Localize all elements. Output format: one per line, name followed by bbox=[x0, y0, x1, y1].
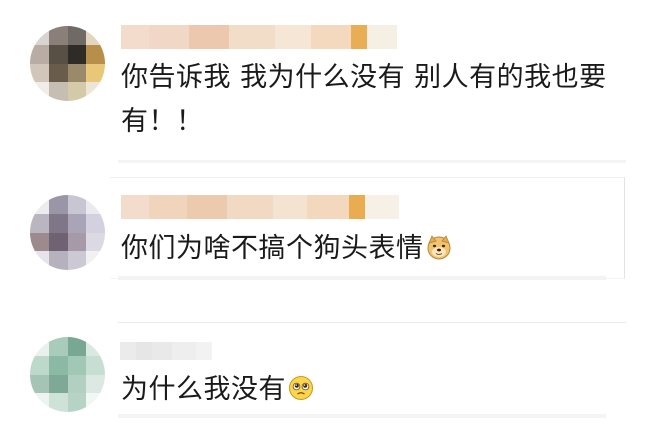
username-mosaic[interactable] bbox=[121, 25, 397, 49]
avatar-pixel bbox=[48, 374, 68, 394]
avatar-pixel bbox=[48, 195, 68, 214]
avatar-pixel bbox=[30, 44, 49, 64]
username-pixel bbox=[311, 25, 351, 49]
avatar-mosaic[interactable] bbox=[30, 195, 105, 270]
avatar-pixel bbox=[86, 213, 105, 233]
comment-text-line-1: 你告诉我 我为什么没有 别人有的我也要 bbox=[121, 62, 607, 93]
avatar-mosaic[interactable] bbox=[30, 26, 105, 101]
avatar-pixel bbox=[67, 393, 87, 412]
avatar-pixel bbox=[30, 82, 49, 101]
avatar-pixel bbox=[67, 355, 87, 375]
username-pixel bbox=[227, 195, 273, 219]
avatar-pixel bbox=[86, 63, 105, 83]
avatar-pixel bbox=[30, 63, 49, 83]
comment-text-content: 为什么我没有 bbox=[121, 374, 286, 405]
avatar-pixel bbox=[48, 337, 68, 356]
avatar-pixel bbox=[86, 393, 105, 412]
avatar-pixel bbox=[30, 374, 49, 394]
avatar-pixel bbox=[67, 63, 87, 83]
username-mosaic[interactable] bbox=[121, 195, 399, 219]
username-pixel bbox=[307, 195, 349, 219]
avatar-pixel bbox=[67, 82, 87, 101]
username-pixel bbox=[349, 195, 365, 219]
username-pixel bbox=[275, 25, 311, 49]
username-pixel bbox=[365, 195, 399, 219]
avatar-pixel bbox=[30, 393, 49, 412]
username-pixel bbox=[367, 25, 397, 49]
username-pixel bbox=[351, 25, 367, 49]
avatar-pixel bbox=[30, 195, 49, 214]
avatar-pixel bbox=[48, 63, 68, 83]
avatar-pixel bbox=[48, 44, 68, 64]
comment-item-2: 你们为啥不搞个狗头表情 bbox=[0, 165, 658, 293]
avatar-pixel bbox=[86, 82, 105, 101]
username-pixel bbox=[187, 195, 227, 219]
avatar-pixel bbox=[67, 251, 87, 270]
avatar-pixel bbox=[86, 251, 105, 270]
avatar-pixel bbox=[30, 26, 49, 45]
avatar-pixel bbox=[86, 44, 105, 64]
avatar-pixel bbox=[30, 355, 49, 375]
comment-divider bbox=[118, 276, 606, 280]
username-pixel bbox=[136, 342, 152, 360]
avatar-pixel bbox=[67, 337, 87, 356]
pleading-face-icon bbox=[288, 371, 314, 400]
comment-divider bbox=[118, 414, 606, 418]
avatar-pixel bbox=[48, 355, 68, 375]
avatar-pixel bbox=[67, 374, 87, 394]
comment-divider bbox=[118, 160, 626, 163]
username-pixel bbox=[273, 195, 307, 219]
avatar-pixel bbox=[48, 26, 68, 45]
avatar-pixel bbox=[86, 337, 105, 356]
avatar-pixel bbox=[67, 195, 87, 214]
avatar-pixel bbox=[48, 213, 68, 233]
username-pixel bbox=[152, 342, 172, 360]
username-pixel bbox=[149, 195, 187, 219]
avatar-pixel bbox=[67, 44, 87, 64]
avatar-pixel bbox=[30, 232, 49, 252]
username-pixel bbox=[189, 25, 229, 49]
doge-face-icon bbox=[426, 230, 452, 260]
comment-text-content: 你们为啥不搞个狗头表情 bbox=[121, 233, 424, 264]
avatar-pixel bbox=[67, 213, 87, 233]
section-divider bbox=[118, 322, 626, 323]
comment-item-3: 为什么我没有 bbox=[0, 310, 658, 424]
avatar-pixel bbox=[48, 251, 68, 270]
username-pixel bbox=[120, 342, 136, 360]
avatar-pixel bbox=[67, 232, 87, 252]
avatar-pixel bbox=[30, 337, 49, 356]
avatar-pixel bbox=[86, 374, 105, 394]
avatar-pixel bbox=[48, 232, 68, 252]
username-mosaic[interactable] bbox=[120, 342, 212, 360]
username-pixel bbox=[196, 342, 212, 360]
comment-item-1: 你告诉我 我为什么没有 别人有的我也要 有！！ bbox=[0, 0, 658, 165]
avatar-pixel bbox=[86, 355, 105, 375]
username-pixel bbox=[172, 342, 196, 360]
comment-text-line-2: 有！！ bbox=[121, 106, 204, 137]
comment-text: 你们为啥不搞个狗头表情 bbox=[121, 227, 452, 271]
avatar-pixel bbox=[86, 26, 105, 45]
avatar-pixel bbox=[67, 26, 87, 45]
avatar-pixel bbox=[30, 251, 49, 270]
username-pixel bbox=[121, 195, 149, 219]
avatar-pixel bbox=[30, 213, 49, 233]
comment-text: 为什么我没有 bbox=[121, 368, 314, 412]
avatar-pixel bbox=[86, 232, 105, 252]
avatar-pixel bbox=[48, 393, 68, 412]
avatar-mosaic[interactable] bbox=[30, 337, 105, 412]
avatar-pixel bbox=[86, 195, 105, 214]
username-pixel bbox=[229, 25, 275, 49]
username-pixel bbox=[149, 25, 189, 49]
username-pixel bbox=[121, 25, 149, 49]
avatar-pixel bbox=[48, 82, 68, 101]
